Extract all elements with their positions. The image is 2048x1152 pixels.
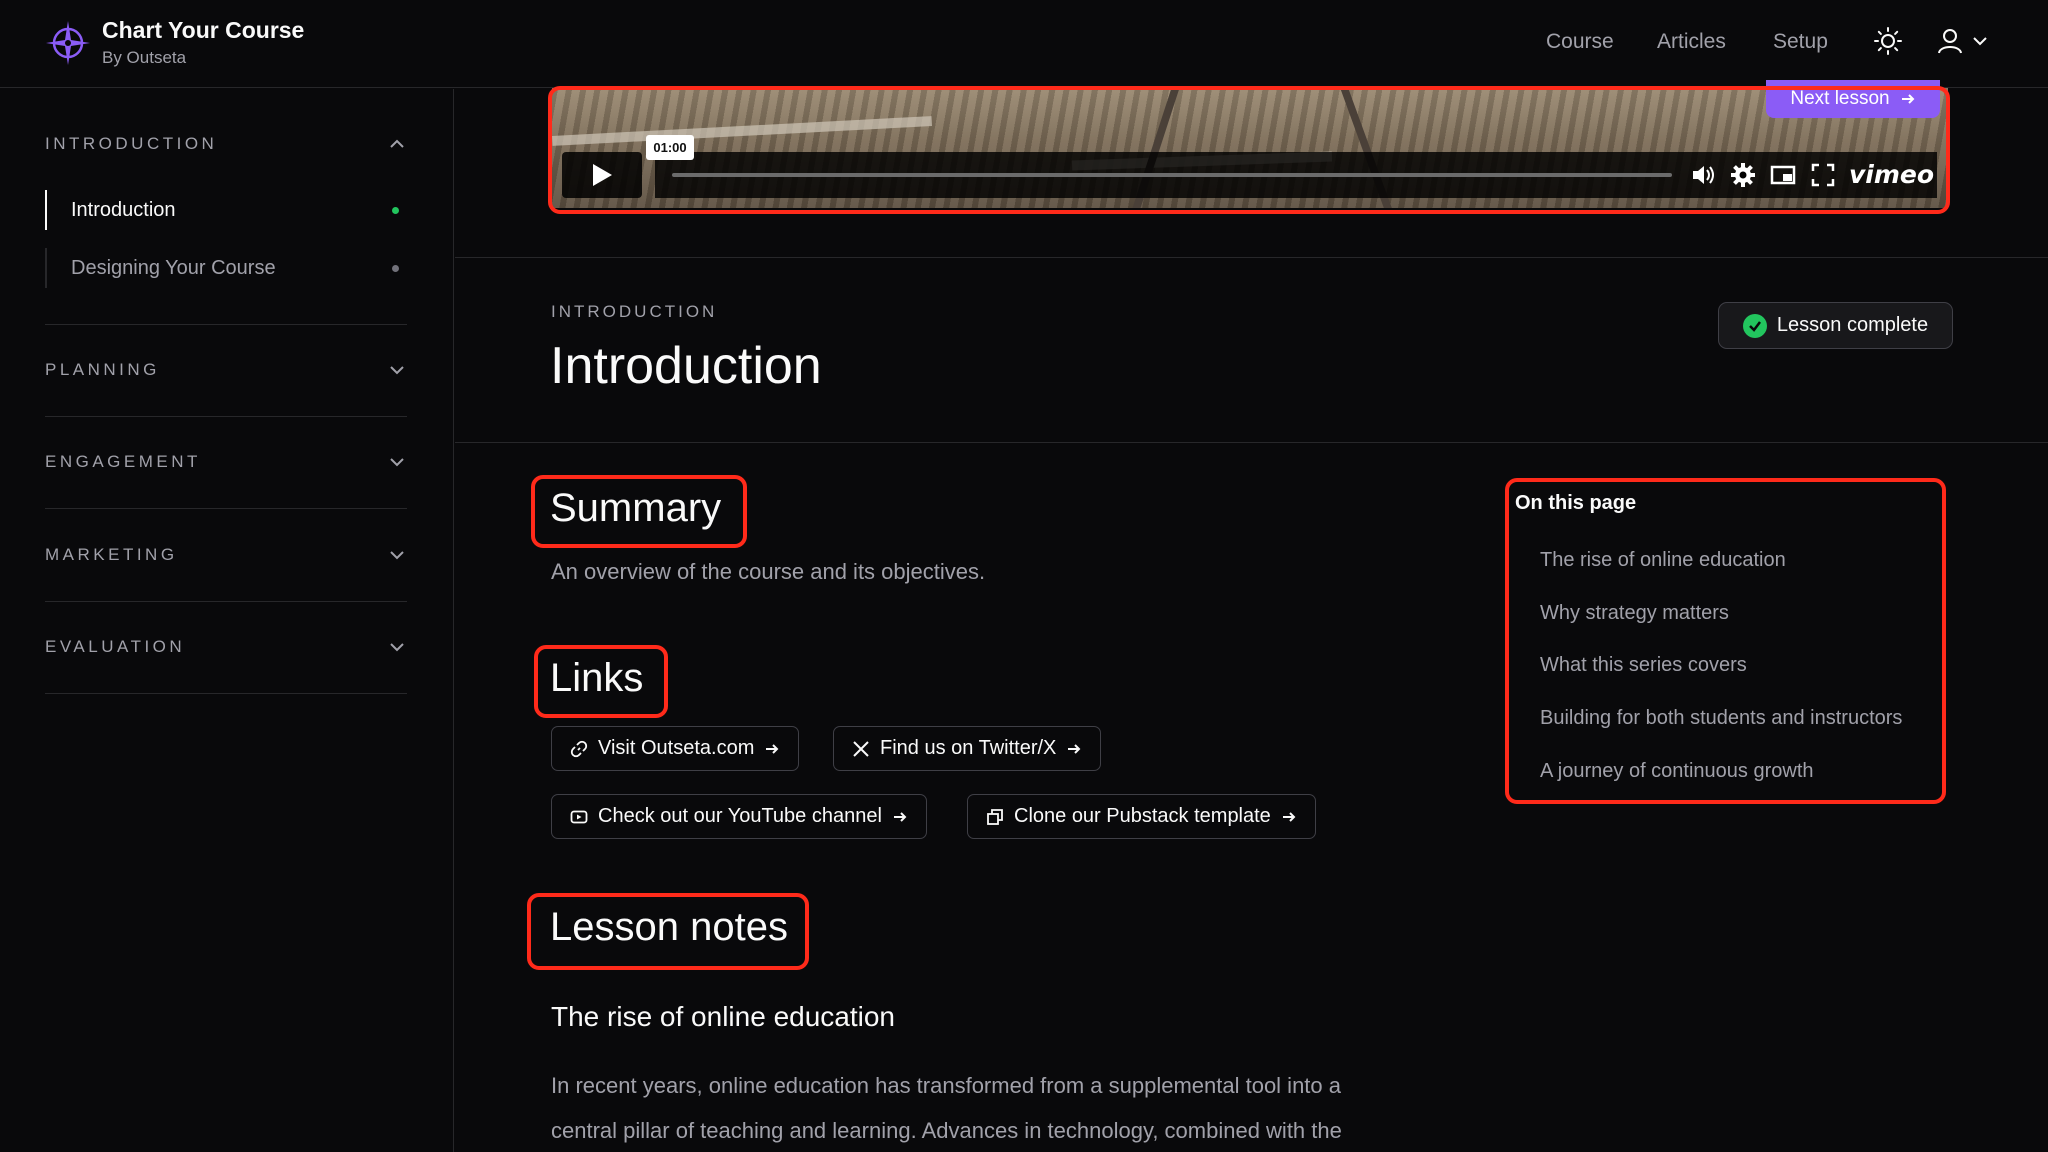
- divider: [45, 416, 407, 417]
- summary-text: An overview of the course and its object…: [551, 559, 986, 584]
- highlight-video: [548, 86, 1950, 214]
- chevron-down-icon: [390, 458, 404, 467]
- twitter-link[interactable]: Find us on Twitter/X: [833, 726, 1102, 771]
- pubstack-template-link[interactable]: Clone our Pubstack template: [967, 794, 1316, 839]
- page-title: Introduction: [550, 337, 822, 395]
- paragraph-line: central pillar of teaching and learning.…: [551, 1118, 1342, 1143]
- x-logo-icon: [853, 740, 869, 757]
- link-label: Check out our YouTube channel: [598, 805, 882, 827]
- brand-title: Chart Your Course: [102, 17, 305, 43]
- chevron-down-icon: [390, 643, 404, 652]
- youtube-link[interactable]: Check out our YouTube channel: [551, 794, 927, 839]
- link-label: Find us on Twitter/X: [880, 737, 1057, 759]
- divider: [45, 601, 407, 602]
- highlight-links: [534, 645, 668, 718]
- compass-logo-icon: [46, 21, 90, 65]
- chevron-down-icon: [1973, 37, 1987, 46]
- section-marketing[interactable]: MARKETING: [45, 540, 407, 570]
- youtube-icon: [570, 810, 588, 823]
- divider: [455, 257, 2048, 258]
- arrow-right-icon: [1282, 811, 1296, 822]
- notes-subheading: The rise of online education: [551, 1001, 895, 1032]
- lesson-complete-label: Lesson complete: [1776, 314, 1929, 336]
- divider: [45, 693, 407, 694]
- brand[interactable]: Chart Your Course By Outseta: [44, 18, 304, 68]
- link-label: Clone our Pubstack template: [1014, 805, 1271, 827]
- copy-icon: [987, 808, 1003, 825]
- section-engagement[interactable]: ENGAGEMENT: [45, 447, 407, 477]
- nav-setup[interactable]: Setup: [1773, 30, 1828, 54]
- lesson-eyebrow: INTRODUCTION: [551, 302, 718, 321]
- highlight-lesson-notes: [527, 893, 809, 970]
- notes-paragraph: In recent years, online education has tr…: [551, 1063, 1451, 1152]
- section-introduction[interactable]: INTRODUCTION: [45, 129, 407, 159]
- visit-outseta-link[interactable]: Visit Outseta.com: [551, 726, 800, 771]
- nav-articles[interactable]: Articles: [1657, 30, 1726, 54]
- lesson-item-introduction[interactable]: Introduction: [45, 190, 407, 230]
- chevron-up-icon: [390, 139, 404, 148]
- brand-subtitle: By Outseta: [102, 48, 187, 67]
- brand-text: Chart Your Course By Outseta: [102, 18, 304, 68]
- divider: [45, 324, 407, 325]
- paragraph-line: In recent years, online education has tr…: [551, 1073, 1342, 1098]
- link-label: Visit Outseta.com: [598, 737, 755, 759]
- section-label: PLANNING: [45, 360, 160, 379]
- section-evaluation[interactable]: EVALUATION: [45, 632, 407, 662]
- arrow-right-icon: [1068, 743, 1081, 754]
- divider: [45, 508, 407, 509]
- lesson-label: Designing Your Course: [71, 256, 276, 279]
- check-circle-icon: [1742, 313, 1767, 338]
- user-menu[interactable]: [1936, 26, 1992, 56]
- course-sidebar: INTRODUCTION Introduction Designing Your…: [0, 89, 454, 1152]
- section-label: ENGAGEMENT: [45, 452, 201, 471]
- lesson-label: Introduction: [71, 198, 176, 221]
- lesson-complete-button[interactable]: Lesson complete: [1718, 302, 1953, 349]
- highlight-on-this-page: [1505, 478, 1946, 804]
- sun-icon[interactable]: [1873, 26, 1903, 56]
- divider: [455, 442, 2048, 443]
- user-icon: [1938, 29, 1962, 54]
- section-label: EVALUATION: [45, 637, 186, 656]
- chevron-down-icon: [390, 366, 404, 375]
- arrow-right-icon: [766, 743, 779, 754]
- arrow-right-icon: [893, 811, 907, 822]
- top-header: Chart Your Course By Outseta Course Arti…: [0, 0, 2048, 88]
- lesson-item-designing-your-course[interactable]: Designing Your Course: [45, 248, 407, 288]
- highlight-summary: [531, 475, 747, 548]
- nav-course[interactable]: Course: [1546, 30, 1614, 54]
- link-icon: [570, 740, 588, 757]
- chevron-down-icon: [390, 551, 404, 560]
- section-label: INTRODUCTION: [45, 134, 218, 153]
- complete-status-dot: [392, 206, 399, 214]
- section-planning[interactable]: PLANNING: [45, 355, 407, 385]
- section-label: MARKETING: [45, 545, 178, 564]
- incomplete-status-dot: [392, 264, 399, 272]
